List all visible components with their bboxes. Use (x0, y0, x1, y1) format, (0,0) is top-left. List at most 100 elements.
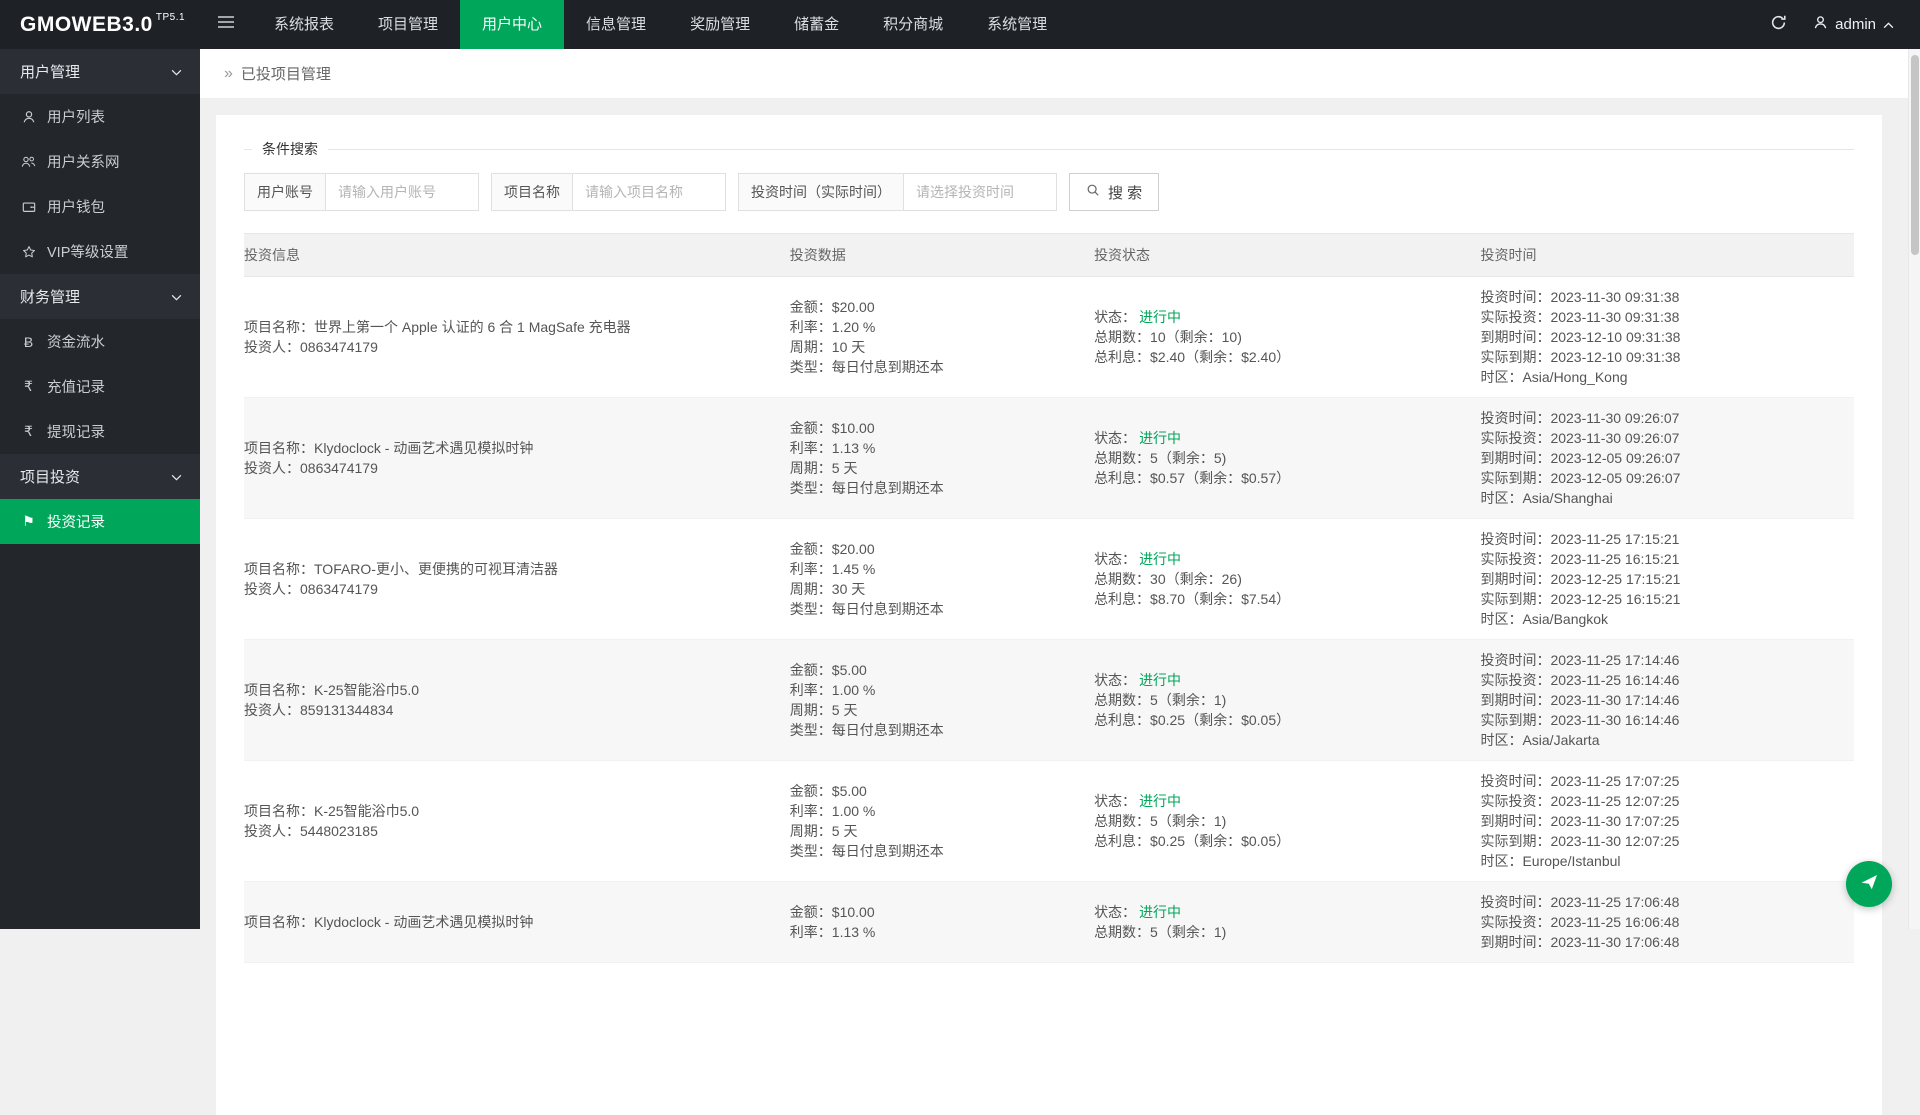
table-row: 项目名称：TOFARO-更小、更便携的可视耳清洁器 投资人：0863474179… (244, 519, 1854, 640)
hamburger-icon (217, 15, 235, 34)
investor: 投资人：0863474179 (244, 579, 776, 599)
breadcrumb-arrow-icon: » (224, 65, 233, 83)
sidebar-item-user-wallet[interactable]: 用户钱包 (0, 184, 200, 229)
logo-version: TP5.1 (156, 12, 185, 23)
table-row: 项目名称：Klydoclock - 动画艺术遇见模拟时钟 投资人：0863474… (244, 398, 1854, 519)
user-menu[interactable]: admin (1813, 15, 1894, 34)
sidebar-group-label: 用户管理 (20, 61, 80, 82)
table-row: 项目名称：K-25智能浴巾5.0 投资人：5448023185 金额：$5.00… (244, 761, 1854, 882)
invest-time: 投资时间：2023-11-25 17:15:21 (1480, 529, 1840, 549)
cell-invest-data: 金额：$5.00 利率：1.00 % 周期：5 天 类型：每日付息到期还本 (790, 650, 1094, 750)
cell-invest-time: 投资时间：2023-11-30 09:31:38 实际投资：2023-11-30… (1480, 287, 1854, 387)
scrollbar-track (1908, 49, 1920, 929)
search-panel-legend: 条件搜索 (252, 139, 328, 159)
col-header-invest-time: 投资时间 (1480, 245, 1854, 265)
investor: 投资人：0863474179 (244, 458, 776, 478)
cell-invest-time: 投资时间：2023-11-25 17:07:25 实际投资：2023-11-25… (1480, 771, 1854, 871)
nav-item-info-management[interactable]: 信息管理 (564, 0, 668, 49)
search-button[interactable]: 搜 索 (1069, 173, 1159, 211)
flag-icon: ⚑ (20, 513, 37, 530)
account-input[interactable] (326, 174, 478, 210)
cell-invest-info: 项目名称：TOFARO-更小、更便携的可视耳清洁器 投资人：0863474179 (244, 529, 790, 629)
rate: 利率：1.00 % (790, 680, 1080, 700)
sidebar-item-withdrawal-records[interactable]: ₹ 提现记录 (0, 409, 200, 454)
expire-time: 到期时间：2023-12-10 09:31:38 (1480, 327, 1840, 347)
wallet-icon (20, 200, 37, 214)
interest: 总利息：$0.25（剩余：$0.05） (1094, 710, 1466, 730)
sidebar-group-finance-management[interactable]: 财务管理 (0, 274, 200, 319)
cell-invest-info: 项目名称：Klydoclock - 动画艺术遇见模拟时钟 投资人：0863474… (244, 408, 790, 508)
sidebar-item-label: 用户钱包 (47, 196, 105, 217)
paper-plane-icon (1859, 872, 1879, 897)
amount: 金额：$10.00 (790, 418, 1080, 438)
nav-item-system-management[interactable]: 系统管理 (965, 0, 1069, 49)
cycle: 周期：5 天 (790, 821, 1080, 841)
expire-time: 到期时间：2023-11-30 17:06:48 (1480, 932, 1840, 952)
sidebar-group-user-management[interactable]: 用户管理 (0, 49, 200, 94)
actual-expire-time: 实际到期：2023-11-30 16:14:46 (1480, 710, 1840, 730)
sidebar-item-fund-flow[interactable]: Ƀ 资金流水 (0, 319, 200, 364)
nav-item-system-report[interactable]: 系统报表 (252, 0, 356, 49)
cell-invest-time: 投资时间：2023-11-25 17:14:46 实际投资：2023-11-25… (1480, 650, 1854, 750)
sidebar-item-vip-level[interactable]: VIP等级设置 (0, 229, 200, 274)
sidebar-item-recharge-records[interactable]: ₹ 充值记录 (0, 364, 200, 409)
sidebar-item-user-list[interactable]: 用户列表 (0, 94, 200, 139)
table-row: 项目名称：世界上第一个 Apple 认证的 6 合 1 MagSafe 充电器 … (244, 277, 1854, 398)
refresh-button[interactable] (1770, 14, 1787, 36)
amount: 金额：$20.00 (790, 297, 1080, 317)
sidebar-group-project-investment[interactable]: 项目投资 (0, 454, 200, 499)
invest-time-input[interactable] (904, 174, 1056, 210)
back-to-top-button[interactable] (1846, 861, 1892, 907)
invest-time: 投资时间：2023-11-30 09:26:07 (1480, 408, 1840, 428)
status-line: 状态：进行中 (1094, 791, 1466, 811)
nav-item-savings[interactable]: 储蓄金 (772, 0, 861, 49)
status-line: 状态：进行中 (1094, 428, 1466, 448)
cell-invest-status: 状态：进行中 总期数：5（剩余：1) (1094, 892, 1480, 952)
status-value: 进行中 (1139, 904, 1181, 920)
sidebar-item-label: 用户关系网 (47, 151, 120, 172)
periods: 总期数：5（剩余：1) (1094, 811, 1466, 831)
timezone: 时区：Asia/Jakarta (1480, 730, 1840, 750)
bitcoin-icon: Ƀ (20, 334, 37, 350)
status-line: 状态：进行中 (1094, 670, 1466, 690)
periods: 总期数：10（剩余：10) (1094, 327, 1466, 347)
user-icon (1813, 15, 1828, 34)
chevron-up-icon (1883, 16, 1894, 33)
status-label: 状态： (1094, 672, 1136, 688)
payout-type: 类型：每日付息到期还本 (790, 599, 1080, 619)
project-name: 项目名称：Klydoclock - 动画艺术遇见模拟时钟 (244, 912, 776, 932)
actual-invest-time: 实际投资：2023-11-30 09:26:07 (1480, 428, 1840, 448)
timezone: 时区：Asia/Shanghai (1480, 488, 1840, 508)
amount: 金额：$20.00 (790, 539, 1080, 559)
investor: 投资人：859131344834 (244, 700, 776, 720)
payout-type: 类型：每日付息到期还本 (790, 357, 1080, 377)
status-label: 状态： (1094, 551, 1136, 567)
nav-item-project-management[interactable]: 项目管理 (356, 0, 460, 49)
nav-item-user-center[interactable]: 用户中心 (460, 0, 564, 49)
page-title: 已投项目管理 (241, 63, 331, 84)
expire-time: 到期时间：2023-12-05 09:26:07 (1480, 448, 1840, 468)
nav-item-reward-management[interactable]: 奖励管理 (668, 0, 772, 49)
actual-invest-time: 实际投资：2023-11-25 12:07:25 (1480, 791, 1840, 811)
sidebar-item-label: 资金流水 (47, 331, 105, 352)
table-row: 项目名称：K-25智能浴巾5.0 投资人：859131344834 金额：$5.… (244, 640, 1854, 761)
sidebar-toggle-button[interactable] (200, 0, 252, 49)
cell-invest-time: 投资时间：2023-11-25 17:06:48 实际投资：2023-11-25… (1480, 892, 1854, 952)
actual-invest-time: 实际投资：2023-11-25 16:14:46 (1480, 670, 1840, 690)
scrollbar-thumb[interactable] (1911, 55, 1919, 255)
rupee-icon: ₹ (20, 378, 37, 395)
amount: 金额：$5.00 (790, 660, 1080, 680)
main-content: 条件搜索 用户账号 项目名称 投资时间（实际时间） (200, 99, 1920, 1115)
interest: 总利息：$0.25（剩余：$0.05） (1094, 831, 1466, 851)
status-value: 进行中 (1139, 430, 1181, 446)
status-label: 状态： (1094, 309, 1136, 325)
sidebar-item-user-network[interactable]: 用户关系网 (0, 139, 200, 184)
actual-expire-time: 实际到期：2023-12-25 16:15:21 (1480, 589, 1840, 609)
sidebar-item-investment-records[interactable]: ⚑ 投资记录 (0, 499, 200, 544)
sidebar-item-label: VIP等级设置 (47, 241, 128, 262)
actual-invest-time: 实际投资：2023-11-30 09:31:38 (1480, 307, 1840, 327)
nav-item-points-mall[interactable]: 积分商城 (861, 0, 965, 49)
project-name-input[interactable] (573, 174, 725, 210)
actual-expire-time: 实际到期：2023-12-10 09:31:38 (1480, 347, 1840, 367)
expire-time: 到期时间：2023-12-25 17:15:21 (1480, 569, 1840, 589)
